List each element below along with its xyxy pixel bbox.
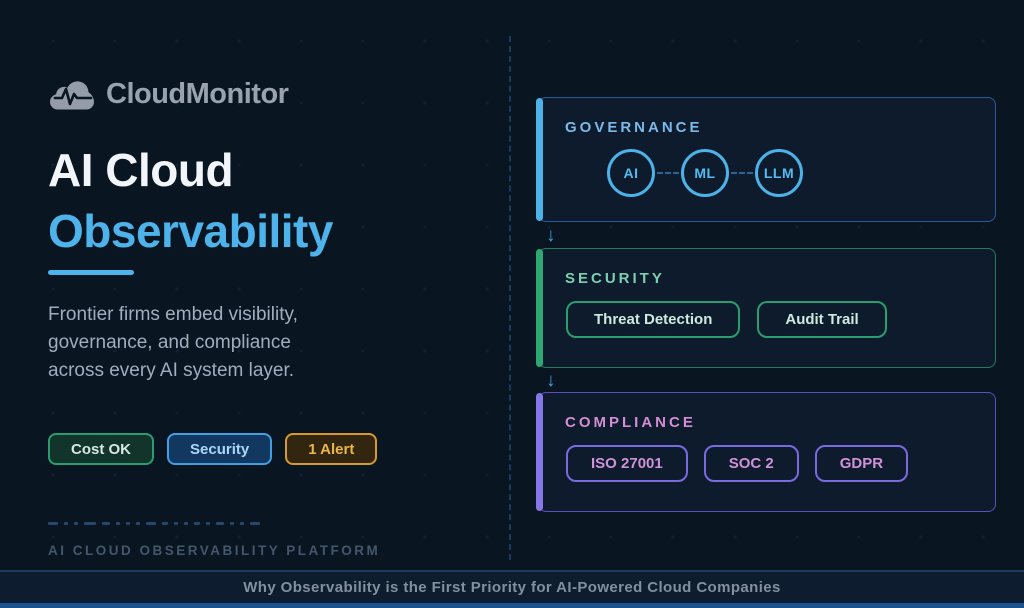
status-badge-row: Cost OK Security 1 Alert	[48, 433, 468, 465]
security-accent-bar	[536, 249, 543, 367]
morse-divider	[48, 522, 260, 525]
brand: CloudMonitor	[48, 76, 468, 112]
governance-node-row: AI ML LLM	[539, 149, 995, 197]
node-ai[interactable]: AI	[607, 149, 655, 197]
security-title: SECURITY	[565, 270, 665, 287]
diagram-column: GOVERNANCE AI ML LLM ↓ SECURITY Threat D…	[536, 97, 996, 512]
page-title-line2: Observability	[48, 205, 333, 257]
chip-audit-trail[interactable]: Audit Trail	[757, 301, 887, 338]
footer-title: Why Observability is the First Priority …	[243, 579, 781, 596]
flow-arrow-1: ↓	[538, 222, 996, 248]
arrow-down-icon: ↓	[546, 224, 556, 246]
compliance-accent-bar	[536, 393, 543, 511]
panel-compliance: COMPLIANCE ISO 27001 SOC 2 GDPR	[536, 392, 996, 512]
panel-security: SECURITY Threat Detection Audit Trail	[536, 248, 996, 368]
compliance-title: COMPLIANCE	[565, 414, 696, 431]
title-underline	[48, 270, 134, 275]
chip-threat-detection[interactable]: Threat Detection	[566, 301, 741, 338]
node-connector	[657, 172, 679, 174]
hero-section: CloudMonitor AI Cloud Observability Fron…	[48, 76, 468, 465]
flow-arrow-2: ↓	[538, 368, 996, 392]
node-ml[interactable]: ML	[681, 149, 729, 197]
page-title-line1: AI Cloud	[48, 144, 234, 196]
chip-soc-2[interactable]: SOC 2	[703, 445, 799, 482]
footer-bar: Why Observability is the First Priority …	[0, 570, 1024, 603]
panel-governance: GOVERNANCE AI ML LLM	[536, 97, 996, 222]
brand-name: CloudMonitor	[106, 77, 289, 110]
cloud-pulse-logo-icon	[48, 76, 98, 112]
status-badge-alert[interactable]: 1 Alert	[285, 433, 378, 465]
arrow-down-icon: ↓	[546, 369, 556, 391]
footer-accent-strip	[0, 603, 1024, 608]
vertical-divider	[509, 36, 511, 560]
node-connector	[731, 172, 753, 174]
chip-gdpr[interactable]: GDPR	[814, 445, 909, 482]
platform-label: AI CLOUD OBSERVABILITY PLATFORM	[48, 543, 381, 558]
node-llm[interactable]: LLM	[755, 149, 803, 197]
governance-title: GOVERNANCE	[565, 119, 703, 136]
governance-accent-bar	[536, 98, 543, 221]
hero-description: Frontier firms embed visibility, governa…	[48, 304, 298, 381]
status-badge-security[interactable]: Security	[167, 433, 273, 465]
compliance-chip-row: ISO 27001 SOC 2 GDPR	[539, 445, 995, 482]
security-chip-row: Threat Detection Audit Trail	[539, 301, 995, 338]
chip-iso-27001[interactable]: ISO 27001	[566, 445, 688, 482]
status-badge-cost[interactable]: Cost OK	[48, 433, 154, 465]
